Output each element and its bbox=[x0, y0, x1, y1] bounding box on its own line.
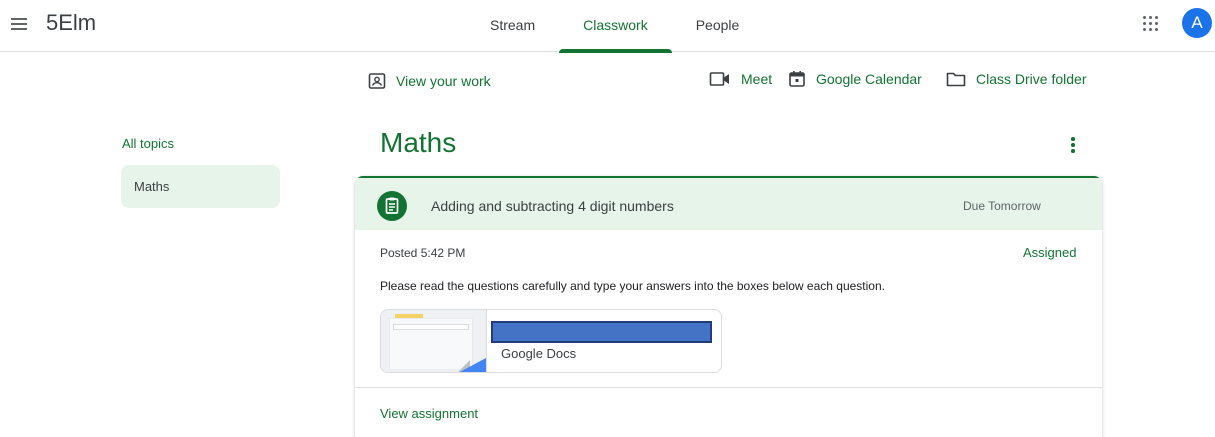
tab-classwork[interactable]: Classwork bbox=[559, 0, 672, 53]
class-drive-folder-label: Class Drive folder bbox=[976, 71, 1087, 87]
assignment-header[interactable]: Adding and subtracting 4 digit numbers D… bbox=[355, 176, 1102, 230]
view-your-work-link[interactable]: View your work bbox=[368, 72, 491, 90]
tab-people[interactable]: People bbox=[672, 0, 764, 52]
divider bbox=[355, 387, 1102, 388]
google-calendar-link[interactable]: Google Calendar bbox=[788, 70, 922, 88]
posted-time: Posted 5:42 PM bbox=[380, 246, 466, 260]
assignment-title: Adding and subtracting 4 digit numbers bbox=[431, 198, 674, 214]
video-camera-icon bbox=[709, 72, 729, 86]
all-topics-link[interactable]: All topics bbox=[122, 136, 174, 151]
folder-icon bbox=[946, 72, 966, 87]
account-avatar[interactable]: A bbox=[1182, 8, 1212, 38]
sidebar-topic-maths[interactable]: Maths bbox=[121, 165, 280, 208]
meet-label: Meet bbox=[741, 71, 773, 87]
status-badge: Assigned bbox=[1023, 245, 1077, 260]
assignment-ind-icon bbox=[368, 73, 386, 89]
assignment-card: Adding and subtracting 4 digit numbers D… bbox=[355, 176, 1102, 437]
redacted-attachment-title bbox=[491, 321, 712, 343]
attachment-thumbnail bbox=[381, 310, 487, 372]
google-apps-icon[interactable] bbox=[1141, 14, 1161, 34]
more-options-icon[interactable] bbox=[1062, 134, 1082, 156]
due-date: Due Tomorrow bbox=[963, 199, 1041, 213]
class-name[interactable]: 5Elm bbox=[46, 10, 96, 36]
google-calendar-label: Google Calendar bbox=[816, 71, 922, 87]
view-your-work-label: View your work bbox=[396, 73, 491, 89]
assignment-description: Please read the questions carefully and … bbox=[380, 279, 885, 293]
meet-link[interactable]: Meet bbox=[709, 70, 772, 88]
attachment-type: Google Docs bbox=[501, 346, 577, 361]
top-app-bar: 5Elm Stream Classwork People A bbox=[0, 0, 1215, 53]
assignment-icon bbox=[377, 191, 407, 221]
hamburger-menu-icon[interactable] bbox=[8, 12, 32, 36]
attachment-google-docs[interactable]: Google Docs bbox=[380, 309, 722, 373]
topic-title: Maths bbox=[380, 127, 457, 158]
tab-stream[interactable]: Stream bbox=[466, 0, 559, 52]
calendar-icon bbox=[789, 71, 805, 87]
view-assignment-link[interactable]: View assignment bbox=[380, 406, 478, 421]
tab-bar: Stream Classwork People bbox=[466, 0, 764, 53]
class-drive-folder-link[interactable]: Class Drive folder bbox=[946, 70, 1086, 88]
